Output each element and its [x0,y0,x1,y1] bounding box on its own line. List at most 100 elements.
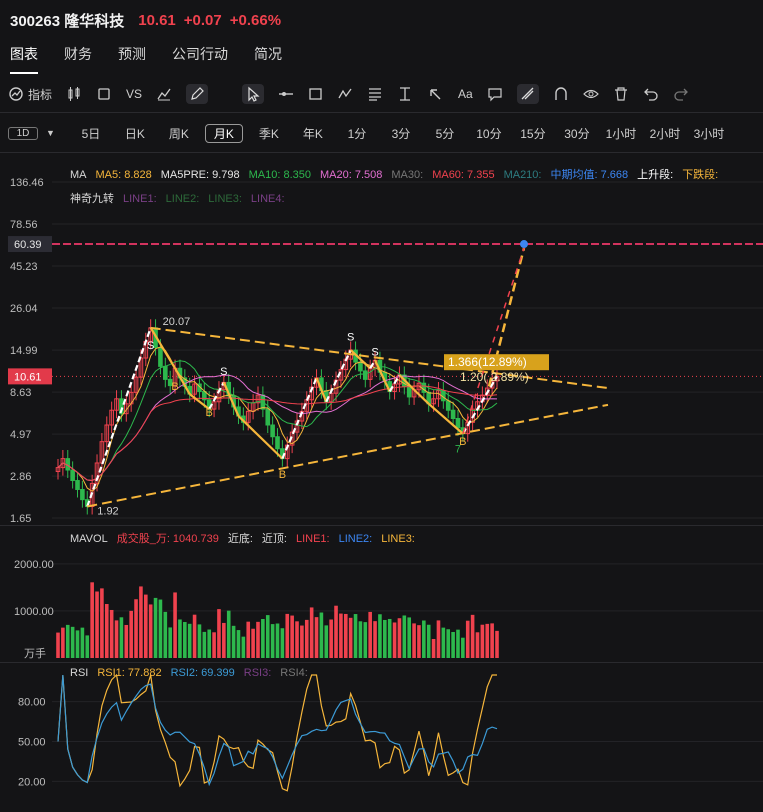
rsi1-line [57,673,497,792]
candle-body [358,361,363,372]
volume-bar [148,604,153,658]
candle-body [363,370,368,380]
volume-bar [178,619,182,658]
volume-bar [465,620,470,658]
volume-bar [358,621,363,658]
volume-bar [422,620,426,658]
volume-bar [163,611,168,658]
volume-bar [397,618,402,658]
volume-bar [104,604,109,658]
volume-bar [402,615,407,658]
candle-body [70,469,75,482]
buy-signal-label: B [279,469,286,481]
target-dot [520,240,528,249]
volume-bar [256,621,260,658]
price-chart[interactable]: 136.46 78.56 45.23 26.04 14.99 8.63 4.97 2.86 1.… [0,0,763,812]
volume-bar [329,619,333,658]
volume-bar [334,605,338,658]
volume-bar [158,599,163,658]
volume-bar [456,629,460,658]
volume-bar [129,610,133,658]
volume-bar [222,622,226,658]
volume-bar [212,632,216,658]
volume-bar [295,621,299,658]
volume-bar [431,638,436,658]
fib-label-secondary: 1.20( 2.89%) [460,370,529,384]
volume-bar [70,626,75,658]
volume-bar [353,614,358,658]
y-tick-label: 78.56 [10,219,38,231]
volume-bar [426,624,431,658]
candle-body [270,424,275,438]
sell-signal-label: S [220,366,227,378]
volume-bar [436,620,441,658]
volume-bar [75,630,80,658]
volume-bar [495,630,499,658]
volume-bar [378,614,382,658]
candle-body [455,417,461,429]
volume-bar [475,632,480,658]
rsi-tick-label: 20.00 [18,776,46,788]
rsi-tick-label: 50.00 [18,737,46,749]
volume-bar [246,621,251,658]
volume-bar [139,586,143,658]
candle-body [406,385,412,398]
volume-tick-label: 2000.00 [14,559,54,571]
current-price-label: 10.61 [14,371,42,383]
volume-bar [85,635,90,658]
volume-bar [280,628,285,658]
candle-body [275,436,280,450]
volume-bar [363,622,368,658]
volume-bar [441,627,446,658]
sell-signal-label: S [147,340,154,352]
volume-bar [319,612,324,658]
volume-bar [290,615,294,658]
zigzag-segment [461,375,498,435]
volume-bar [65,624,70,658]
volume-bar [236,630,241,658]
y-tick-label: 8.63 [10,387,31,399]
volume-bar [183,622,187,658]
buy-signal-label: B [206,407,213,419]
zigzag-segment [374,359,391,392]
volume-bar [490,623,494,658]
ma-line-5 [57,346,498,492]
candle-body [265,408,271,426]
zigzag-segment [281,377,318,460]
volume-bar [412,623,416,658]
volume-bar [392,622,397,658]
volume-bar [309,607,314,658]
candle-body [158,347,163,367]
volume-bar [80,627,85,658]
candle-body [445,400,451,411]
volume-bar [119,617,124,658]
sell-signal-label: S [371,346,378,358]
fib-label: 1.366(12.89%) [448,355,527,369]
volume-bar [95,591,99,658]
volume-bar [368,611,372,658]
volume-bar [339,613,343,658]
volume-bar [207,629,212,658]
volume-bar [275,623,280,658]
volume-bar [109,609,114,658]
volume-bar [407,617,411,658]
volume-bar [168,627,172,658]
volume-bar [90,582,94,658]
volume-bar [324,625,329,658]
y-tick-label: 1.65 [10,513,31,525]
volume-bar [153,597,158,658]
nine-turn-label: 7 [455,444,461,456]
volume-bar [144,594,148,658]
volume-bar [383,619,387,658]
sell-signal-label: S [347,332,354,344]
y-tick-label: 14.99 [10,345,38,357]
buy-signal-label: B [171,381,178,393]
volume-bar [417,625,421,658]
volume-bar [480,624,485,658]
volume-bar [187,623,192,658]
rsi-tick-label: 80.00 [18,697,46,709]
volume-bar [343,613,348,658]
low-price-label: 1.92 [97,505,118,517]
volume-bar [251,628,255,658]
y-tick-label: 45.23 [10,261,38,273]
